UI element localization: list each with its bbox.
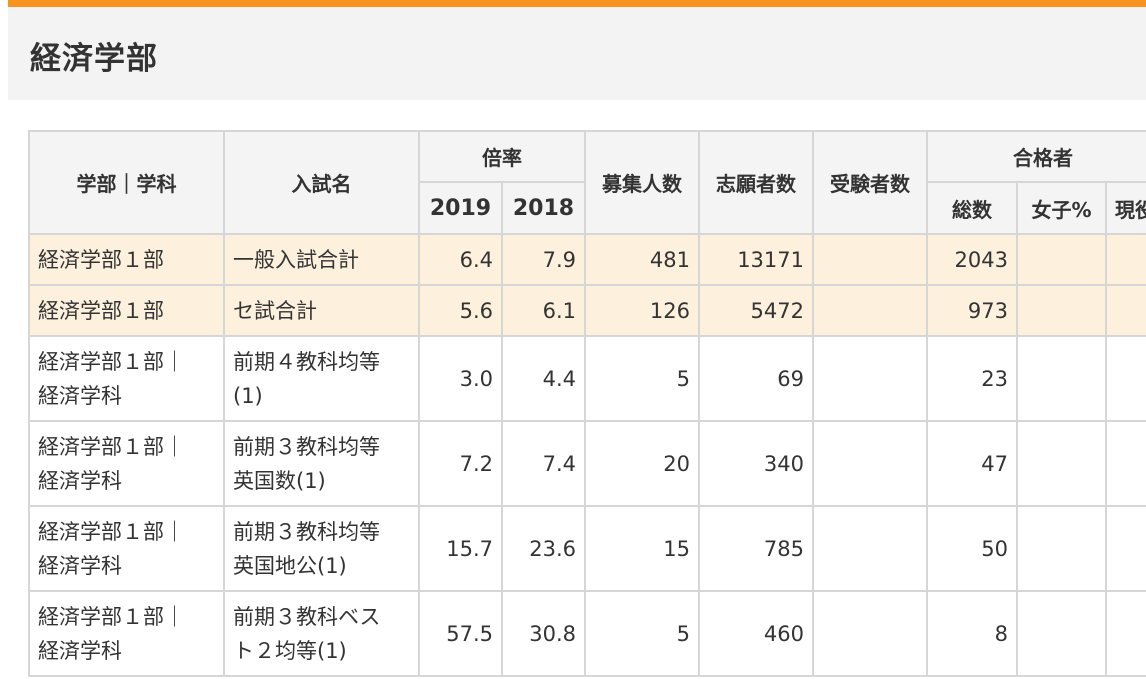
cell-passers-female: [1016, 284, 1107, 337]
cell-examinees: [812, 505, 928, 592]
cell-faculty: 経済学部１部: [28, 233, 225, 286]
cell-passers-female: [1016, 420, 1107, 507]
cell-passers-current: [1105, 284, 1146, 337]
cell-passers-total: 2043: [926, 233, 1018, 286]
cell-applicants: 460: [698, 590, 814, 677]
cell-exam-line2: 英国地公(1): [233, 553, 347, 578]
cell-applicants: 5472: [698, 284, 814, 337]
cell-faculty-line1: 経済学部１部｜: [38, 434, 185, 459]
cell-applicants: 69: [698, 335, 814, 422]
cell-passers-total: 8: [926, 590, 1018, 677]
cell-ratio-2019: 5.6: [418, 284, 503, 337]
cell-capacity: 20: [584, 420, 700, 507]
table-row: 経済学部１部｜ 経済学科 前期３教科均等 英国数(1) 7.2 7.4 20 340…: [28, 420, 1146, 507]
header-ratio-2018: 2018: [501, 181, 586, 235]
table-row: 経済学部１部 一般入試合計 6.4 7.9 481 13171 2043: [28, 233, 1146, 286]
cell-faculty-line1: 経済学部１部｜: [38, 519, 185, 544]
header-faculty: 学部｜学科: [28, 130, 225, 235]
cell-faculty-line2: 経済学科: [38, 383, 122, 408]
cell-passers-current: [1105, 335, 1146, 422]
cell-ratio-2018: 23.6: [501, 505, 586, 592]
header-applicants: 志願者数: [698, 130, 814, 235]
table-row: 経済学部１部｜ 経済学科 前期３教科ベス ト２均等(1) 57.5 30.8 5 4…: [28, 590, 1146, 677]
cell-faculty: 経済学部１部｜ 経済学科: [28, 505, 225, 592]
results-table-container: 学部｜学科 入試名 倍率 募集人数 志願者数 受験者数 合格者 2019 201…: [28, 130, 1146, 679]
cell-passers-current: [1105, 420, 1146, 507]
cell-exam-line1: 前期３教科均等: [233, 434, 380, 459]
cell-exam: 前期３教科均等 英国地公(1): [223, 505, 420, 592]
page-header: 経済学部: [8, 0, 1146, 100]
cell-capacity: 15: [584, 505, 700, 592]
header-examinees: 受験者数: [812, 130, 928, 235]
cell-examinees: [812, 590, 928, 677]
cell-passers-current: [1105, 590, 1146, 677]
cell-faculty: 経済学部１部: [28, 284, 225, 337]
cell-faculty-line2: 経済学科: [38, 468, 122, 493]
cell-ratio-2019: 7.2: [418, 420, 503, 507]
cell-ratio-2018: 30.8: [501, 590, 586, 677]
cell-examinees: [812, 420, 928, 507]
cell-applicants: 13171: [698, 233, 814, 286]
cell-faculty: 経済学部１部｜ 経済学科: [28, 590, 225, 677]
header-passers-current: 現役: [1105, 181, 1146, 235]
page-title: 経済学部: [30, 41, 158, 77]
cell-ratio-2018: 7.4: [501, 420, 586, 507]
cell-exam-line2: 英国数(1): [233, 468, 326, 493]
header-passers: 合格者: [926, 130, 1146, 183]
cell-exam-line1: 前期４教科均等: [233, 349, 380, 374]
cell-passers-total: 50: [926, 505, 1018, 592]
cell-capacity: 5: [584, 335, 700, 422]
cell-faculty: 経済学部１部｜ 経済学科: [28, 335, 225, 422]
cell-examinees: [812, 233, 928, 286]
cell-applicants: 340: [698, 420, 814, 507]
table-row: 経済学部１部｜ 経済学科 前期３教科均等 英国地公(1) 15.7 23.6 15 …: [28, 505, 1146, 592]
cell-ratio-2018: 6.1: [501, 284, 586, 337]
header-ratio: 倍率: [418, 130, 586, 183]
cell-passers-current: [1105, 505, 1146, 592]
cell-ratio-2018: 7.9: [501, 233, 586, 286]
header-passers-female: 女子%: [1016, 181, 1107, 235]
cell-examinees: [812, 335, 928, 422]
cell-passers-current: [1105, 233, 1146, 286]
cell-faculty: 経済学部１部｜ 経済学科: [28, 420, 225, 507]
cell-passers-total: 47: [926, 420, 1018, 507]
cell-ratio-2019: 57.5: [418, 590, 503, 677]
cell-exam: 一般入試合計: [223, 233, 420, 286]
cell-exam-line1: 前期３教科ベス: [233, 604, 381, 629]
table-row: 経済学部１部 セ試合計 5.6 6.1 126 5472 973: [28, 284, 1146, 337]
cell-faculty-line2: 経済学科: [38, 553, 122, 578]
header-passers-total: 総数: [926, 181, 1018, 235]
cell-passers-female: [1016, 505, 1107, 592]
cell-ratio-2019: 15.7: [418, 505, 503, 592]
cell-passers-female: [1016, 590, 1107, 677]
table-row: 経済学部１部｜ 経済学科 前期４教科均等 (1) 3.0 4.4 5 69 23: [28, 335, 1146, 422]
cell-faculty-line1: 経済学部１部｜: [38, 349, 185, 374]
header-capacity: 募集人数: [584, 130, 700, 235]
cell-exam: セ試合計: [223, 284, 420, 337]
cell-ratio-2018: 4.4: [501, 335, 586, 422]
cell-exam-line1: 前期３教科均等: [233, 519, 380, 544]
cell-capacity: 126: [584, 284, 700, 337]
cell-examinees: [812, 284, 928, 337]
cell-applicants: 785: [698, 505, 814, 592]
cell-exam-line2: ト２均等(1): [233, 638, 347, 663]
cell-passers-female: [1016, 233, 1107, 286]
header-exam-name: 入試名: [223, 130, 420, 235]
results-table: 学部｜学科 入試名 倍率 募集人数 志願者数 受験者数 合格者 2019 201…: [28, 130, 1146, 677]
cell-capacity: 5: [584, 590, 700, 677]
cell-exam: 前期４教科均等 (1): [223, 335, 420, 422]
cell-passers-total: 973: [926, 284, 1018, 337]
cell-exam-line2: (1): [233, 383, 263, 408]
cell-ratio-2019: 6.4: [418, 233, 503, 286]
cell-passers-female: [1016, 335, 1107, 422]
cell-capacity: 481: [584, 233, 700, 286]
cell-ratio-2019: 3.0: [418, 335, 503, 422]
cell-exam: 前期３教科均等 英国数(1): [223, 420, 420, 507]
cell-passers-total: 23: [926, 335, 1018, 422]
cell-exam: 前期３教科ベス ト２均等(1): [223, 590, 420, 677]
cell-faculty-line1: 経済学部１部｜: [38, 604, 185, 629]
header-ratio-2019: 2019: [418, 181, 503, 235]
cell-faculty-line2: 経済学科: [38, 638, 122, 663]
